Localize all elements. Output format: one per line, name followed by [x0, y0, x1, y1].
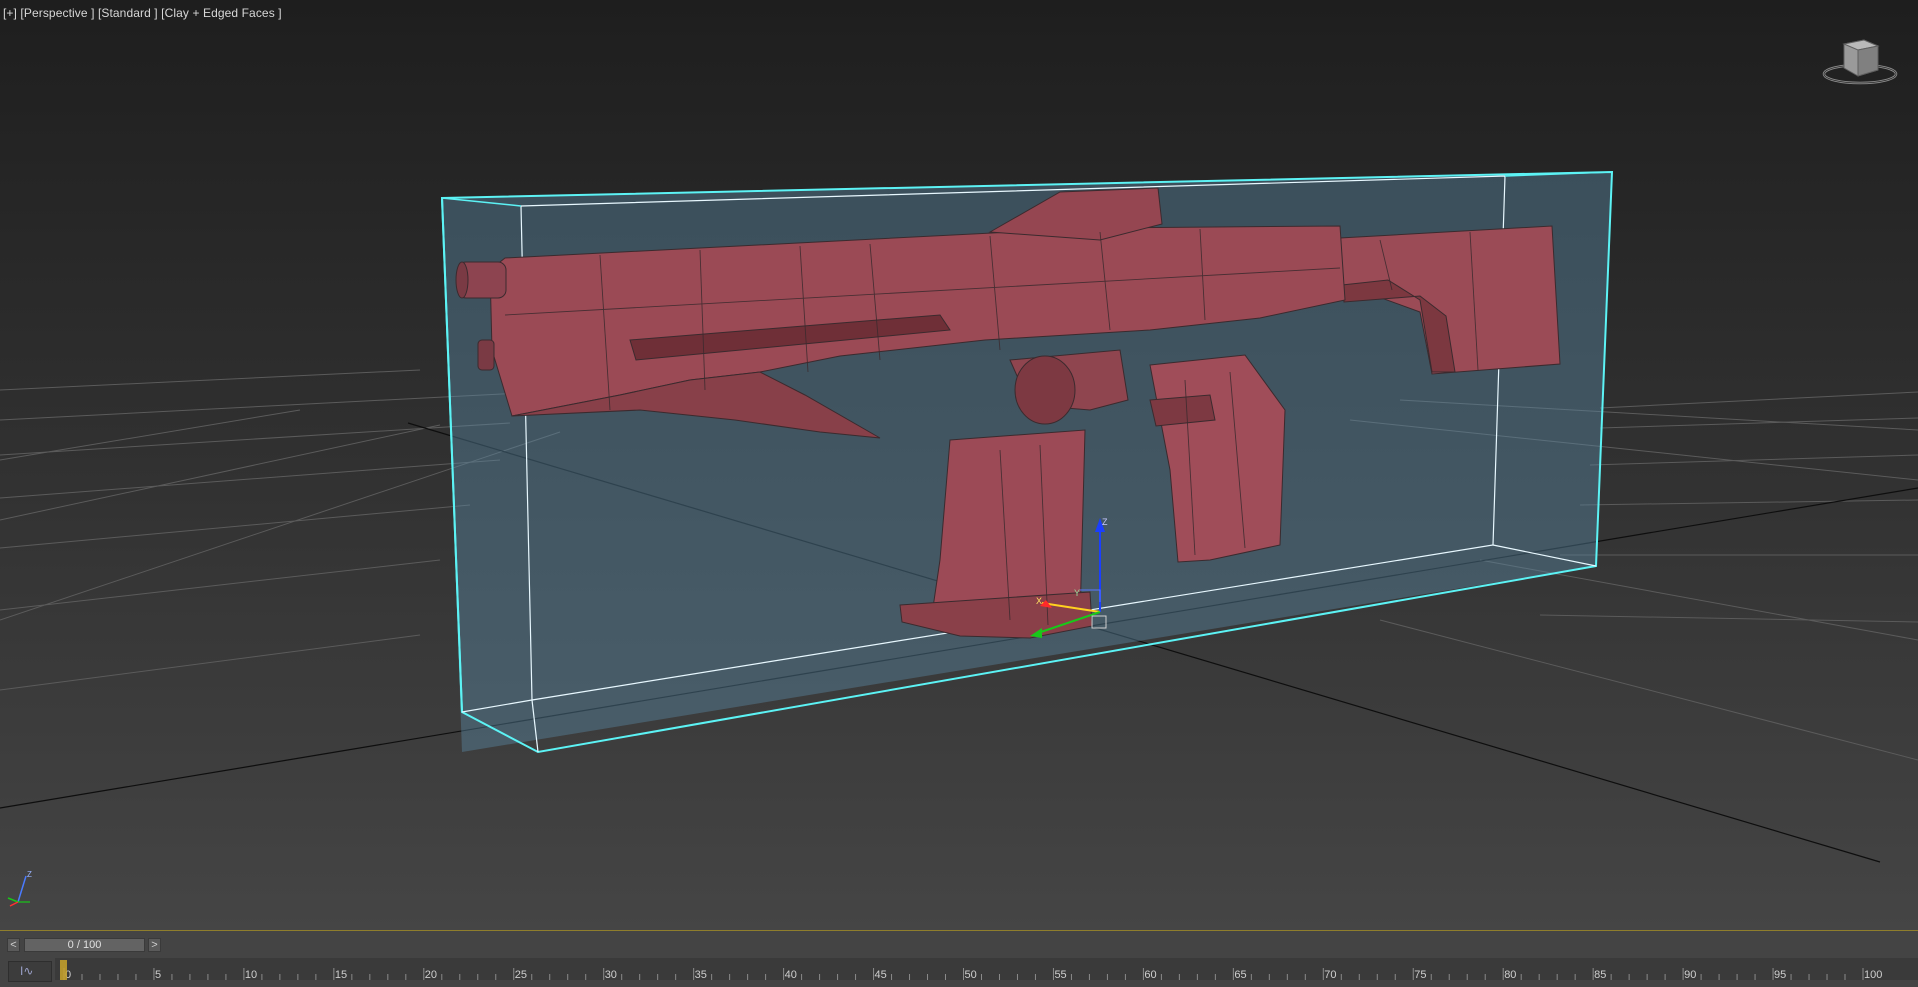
time-slider-thumb[interactable]: 0 / 100 [24, 938, 145, 952]
viewcube-icon[interactable] [1820, 34, 1900, 86]
ruler-label: 40 [785, 969, 797, 981]
viewport-label-menu[interactable]: [+] [Perspective ] [Standard ] [Clay + E… [3, 6, 282, 20]
gizmo-z-label: Z [1102, 517, 1108, 527]
ruler-label: 100 [1864, 969, 1882, 981]
selection-bounding-box[interactable] [440, 170, 1614, 754]
ruler-label: 90 [1684, 969, 1696, 981]
current-frame-marker[interactable] [60, 960, 67, 980]
prev-frame-button[interactable]: < [7, 938, 20, 952]
ruler-label: 65 [1234, 969, 1246, 981]
axis-tripod-icon: Z [7, 870, 32, 907]
time-slider[interactable]: < 0 / 100 > [0, 936, 1918, 954]
ruler-label: 25 [515, 969, 527, 981]
ruler-label: 30 [605, 969, 617, 981]
curve-editor-toggle-button[interactable]: I∿ [8, 961, 52, 982]
ruler-label: 35 [695, 969, 707, 981]
perspective-viewport[interactable]: Z X Y [+] [Perspective ] [Standard ] [Cl… [0, 0, 1918, 930]
ruler-label: 80 [1504, 969, 1516, 981]
ruler-label: 45 [875, 969, 887, 981]
frame-ruler[interactable]: 0 5 10 15 20 25 30 35 40 45 50 55 60 65 70 75 80 85 90 95 10… [55, 958, 1918, 987]
next-frame-button[interactable]: > [148, 938, 161, 952]
ruler-label: 5 [155, 969, 161, 981]
gizmo-x-label: X [1036, 596, 1042, 606]
ruler-label: 15 [335, 969, 347, 981]
ruler-label: 75 [1414, 969, 1426, 981]
timeline-panel: < 0 / 100 > I∿ 0 5 10 15 20 25 30 35 40 45 50 55 60 6… [0, 930, 1918, 987]
gizmo-y-label: Y [1074, 588, 1080, 598]
tripod-z-label: Z [27, 870, 32, 879]
ruler-label: 60 [1144, 969, 1156, 981]
ruler-label: 20 [425, 969, 437, 981]
app-window: Z X Y [+] [Perspective ] [Standard ] [Cl… [0, 0, 1918, 987]
ruler-label: 50 [965, 969, 977, 981]
ruler-label: 70 [1324, 969, 1336, 981]
ruler-label: 95 [1774, 969, 1786, 981]
ruler-label: 10 [245, 969, 257, 981]
ruler-label: 55 [1054, 969, 1066, 981]
ruler-label: 85 [1594, 969, 1606, 981]
track-bar[interactable]: I∿ 0 5 10 15 20 25 30 35 40 45 50 55 60 65 70 75 80 85 90 9… [0, 958, 1918, 987]
viewport-scene[interactable]: Z X Y [0, 0, 1918, 930]
